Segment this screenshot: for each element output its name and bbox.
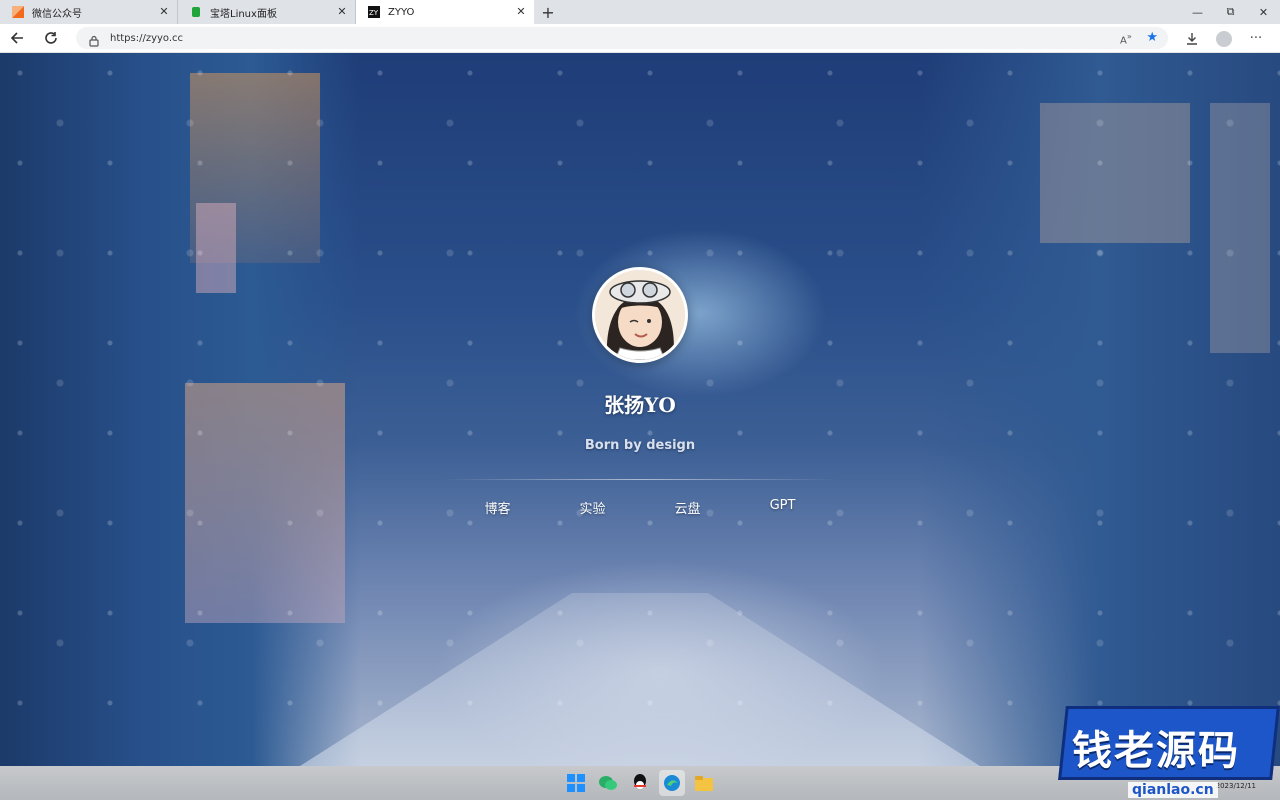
svg-text:ZY: ZY [369, 9, 379, 17]
tab-wechat[interactable]: 微信公众号 ✕ [0, 0, 178, 24]
close-window-button[interactable]: ✕ [1247, 0, 1280, 24]
refresh-button[interactable] [34, 24, 68, 53]
browser-tab-bar: 微信公众号 ✕ 宝塔Linux面板 ✕ ZY ZYYO ✕ + — ⧉ ✕ [0, 0, 1280, 24]
windows-start-icon[interactable] [563, 770, 589, 796]
minimize-button[interactable]: — [1181, 0, 1214, 24]
tab-title: 微信公众号 [32, 8, 82, 20]
divider [445, 479, 835, 480]
browser-toolbar: https://zyyo.cc A» ★ ··· [0, 24, 1280, 53]
wechat-icon[interactable] [595, 770, 621, 796]
link-blog[interactable]: 博客 [450, 498, 545, 517]
background-buildings-left [0, 53, 360, 766]
avatar [592, 267, 688, 363]
refresh-icon [45, 32, 57, 44]
close-tab-icon[interactable]: ✕ [335, 5, 349, 19]
link-experiments[interactable]: 实验 [545, 498, 640, 517]
watermark-text: 钱老源码 [1072, 728, 1240, 774]
profile-avatar-icon[interactable] [1216, 30, 1232, 47]
profile-links: 博客 实验 云盘 GPT [440, 498, 840, 517]
bt-panel-icon [190, 6, 202, 18]
background-road [300, 593, 980, 766]
tab-bt-panel[interactable]: 宝塔Linux面板 ✕ [178, 0, 356, 24]
lock-icon [88, 32, 100, 47]
app-icon [12, 6, 24, 18]
link-cloud-drive[interactable]: 云盘 [640, 498, 735, 517]
back-button[interactable] [0, 24, 34, 53]
page-background: 张扬YO Born by design 博客 实验 云盘 GPT [0, 53, 1280, 766]
toolbar-right: ··· [1176, 24, 1272, 53]
zyyo-icon: ZY [368, 6, 380, 18]
downloads-icon[interactable] [1176, 24, 1208, 53]
more-menu-icon[interactable]: ··· [1240, 24, 1272, 53]
watermark-domain: qianlao.cn [1128, 782, 1218, 798]
edge-icon[interactable] [659, 770, 685, 796]
file-explorer-icon[interactable] [691, 770, 717, 796]
read-aloud-icon[interactable]: A» [1120, 31, 1132, 46]
profile-card: 张扬YO Born by design 博客 实验 云盘 GPT [440, 267, 840, 517]
background-buildings-right [920, 53, 1280, 766]
url-text: https://zyyo.cc [110, 32, 184, 44]
close-tab-icon[interactable]: ✕ [514, 5, 528, 19]
tab-title: ZYYO [388, 6, 415, 18]
arrow-left-icon [10, 32, 23, 44]
avatar-illustration [595, 270, 685, 360]
address-bar[interactable]: https://zyyo.cc A» ★ [76, 27, 1168, 49]
link-gpt[interactable]: GPT [735, 498, 830, 517]
watermark-logo: 钱老源码 qianlao.cn [1058, 700, 1280, 800]
window-controls: — ⧉ ✕ [1181, 0, 1280, 24]
tab-zyyo[interactable]: ZY ZYYO ✕ [356, 0, 534, 24]
tab-title: 宝塔Linux面板 [210, 8, 277, 20]
profile-tagline: Born by design [584, 438, 696, 453]
restore-button[interactable]: ⧉ [1214, 0, 1247, 24]
close-tab-icon[interactable]: ✕ [157, 5, 171, 19]
profile-name: 张扬YO [604, 393, 676, 417]
favorite-star-icon[interactable]: ★ [1146, 30, 1158, 45]
new-tab-button[interactable]: + [534, 0, 562, 24]
qq-icon[interactable] [627, 770, 653, 796]
